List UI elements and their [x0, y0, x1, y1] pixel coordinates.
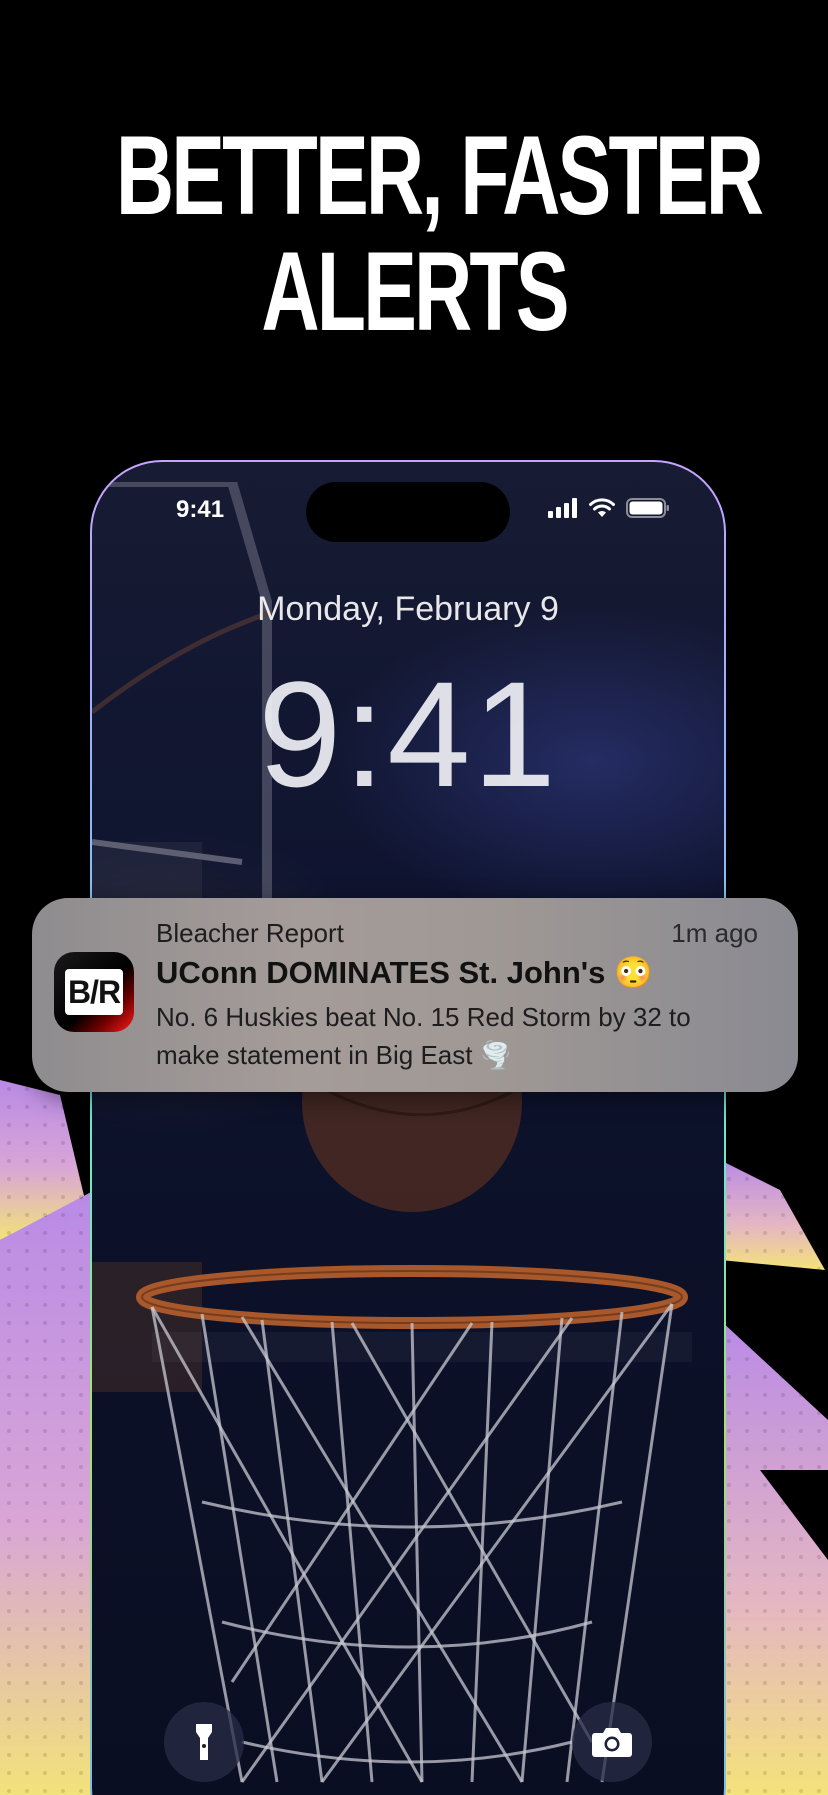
headline-line-2: ALERTS: [261, 229, 569, 354]
lock-screen: 9:41 Monday, February 9 9:41: [92, 462, 724, 1795]
headline-line-1: BETTER, FASTER: [115, 113, 764, 238]
status-bar-icons: [548, 498, 670, 518]
push-notification[interactable]: B/R Bleacher Report 1m ago UConn DOMINAT…: [32, 898, 798, 1092]
lock-screen-date: Monday, February 9: [257, 590, 559, 628]
cellular-signal-icon: [548, 498, 577, 518]
bleacher-report-app-icon: B/R: [54, 952, 134, 1032]
notification-body: No. 6 Huskies beat No. 15 Red Storm by 3…: [156, 1002, 691, 1070]
lock-screen-time: 9:41: [258, 650, 558, 818]
camera-button[interactable]: [572, 1702, 652, 1782]
notification-timestamp: 1m ago: [671, 918, 758, 948]
camera-icon: [592, 1728, 632, 1757]
basketball-hoop-graphic: [92, 1082, 692, 1783]
wifi-icon: [589, 498, 615, 517]
flashlight-button[interactable]: [164, 1702, 244, 1782]
status-bar-time: 9:41: [176, 496, 225, 523]
dynamic-island: [306, 482, 510, 542]
app-icon-logo: B/R: [65, 969, 123, 1015]
flashlight-icon: [196, 1724, 212, 1760]
notification-app-name: Bleacher Report: [156, 918, 344, 948]
notification-title: UConn DOMINATES St. John's 😳: [156, 955, 653, 990]
promo-headline: BETTER, FASTER ALERTS: [115, 113, 764, 354]
phone-mockup: 9:41 Monday, February 9 9:41: [90, 460, 726, 1795]
battery-icon: [626, 498, 669, 518]
